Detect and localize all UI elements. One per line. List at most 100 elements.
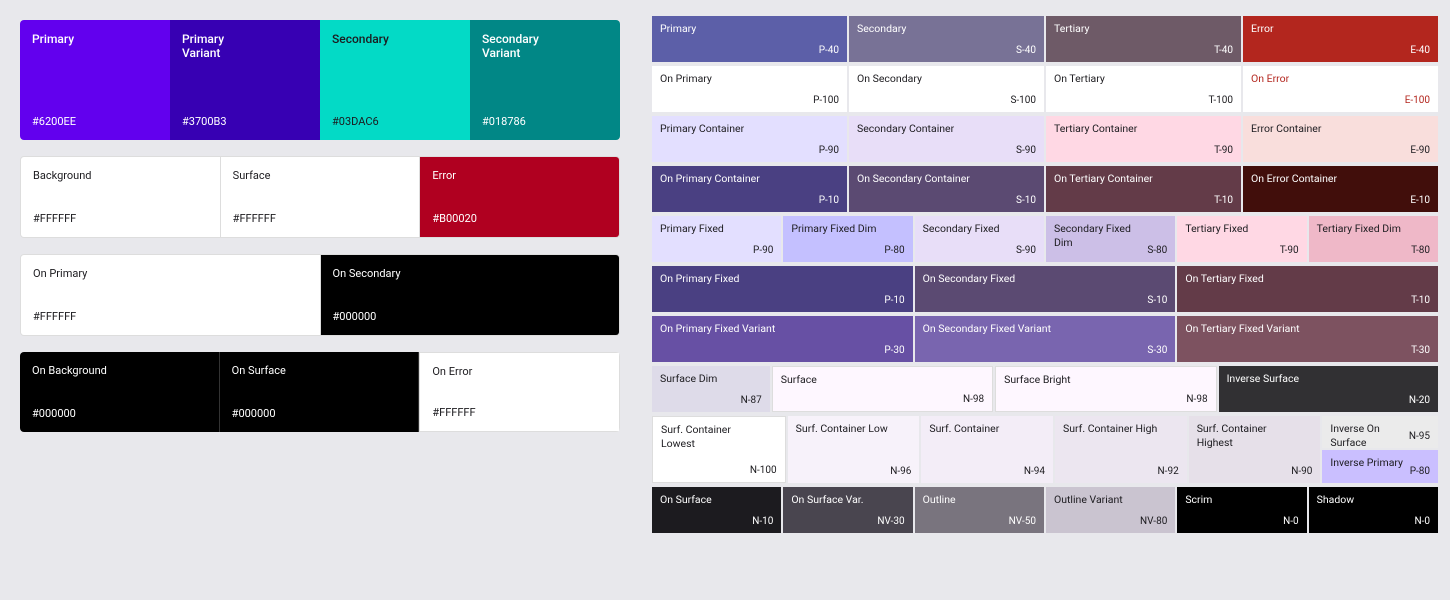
surface-swatch: Surface #FFFFFF xyxy=(221,157,421,237)
inverse-primary-code: P-80 xyxy=(1410,466,1430,477)
on-background-hex: #000000 xyxy=(32,407,207,420)
on-tertiary-cell-code: T-100 xyxy=(1209,95,1233,106)
on-primary-fixed-var-code: P-30 xyxy=(884,345,904,356)
primary-label: Primary xyxy=(32,32,158,46)
on-primary-container-code: P-10 xyxy=(819,195,839,206)
secondary-variant-hex: #018786 xyxy=(482,115,608,128)
secondary-fixed-code: S-90 xyxy=(1016,245,1036,256)
on-tertiary-fixed-var-label: On Tertiary Fixed Variant xyxy=(1185,322,1299,336)
on-error-swatch: On Error #FFFFFF xyxy=(419,352,620,432)
on-primary-fixed-label: On Primary Fixed xyxy=(660,272,739,286)
inverse-primary-label: Inverse Primary xyxy=(1330,456,1403,470)
primary-fixed-label: Primary Fixed xyxy=(660,222,724,236)
surf-container-highest-cell: Surf. Container Highest N-90 xyxy=(1189,416,1321,483)
surf-container-low-label: Surf. Container Low xyxy=(796,422,888,436)
on-background-label: On Background xyxy=(32,364,207,377)
row-containers: Primary Container P-90 Secondary Contain… xyxy=(652,116,1438,162)
on-tertiary-fixed-cell: On Tertiary Fixed T-10 xyxy=(1177,266,1438,312)
surf-container-highest-code: N-90 xyxy=(1291,466,1312,477)
primary-cell: Primary P-40 xyxy=(652,16,847,62)
primary-variant-swatch: PrimaryVariant #3700B3 xyxy=(170,20,320,140)
surf-container-lowest-label: Surf. Container Lowest xyxy=(661,423,750,450)
on-error-cell-label: On Error xyxy=(1251,72,1289,86)
secondary-fixed-dim-code: S-80 xyxy=(1147,245,1167,256)
on-secondary-container-code: S-10 xyxy=(1016,195,1036,206)
row-fixed: Primary Fixed P-90 Primary Fixed Dim P-8… xyxy=(652,216,1438,262)
primary-variant-label: PrimaryVariant xyxy=(182,32,308,60)
on-secondary-fixed-code: S-10 xyxy=(1147,295,1167,306)
inverse-on-surface-cell: Inverse On Surface N-95 xyxy=(1322,416,1438,448)
on-primary-cell: On Primary P-100 xyxy=(652,66,847,112)
row-surface: Surface Dim N-87 Surface N-98 Surface Br… xyxy=(652,366,1438,412)
surface-cell-code: N-98 xyxy=(963,394,984,405)
on-secondary-label: On Secondary xyxy=(333,267,608,280)
surface-cell: Surface N-98 xyxy=(772,366,993,412)
inverse-on-surface-code: N-95 xyxy=(1409,431,1430,442)
row-surf-containers: Surf. Container Lowest N-100 Surf. Conta… xyxy=(652,416,1438,483)
on-primary-fixed-code: P-10 xyxy=(884,295,904,306)
on-tertiary-cell-label: On Tertiary xyxy=(1054,72,1105,86)
secondary-fixed-dim-label: Secondary Fixed Dim xyxy=(1054,222,1147,249)
on-error-container-cell: On Error Container E-10 xyxy=(1243,166,1438,212)
tertiary-container-label: Tertiary Container xyxy=(1054,122,1137,136)
surface-bright-label: Surface Bright xyxy=(1004,373,1070,387)
inverse-surface-code: N-20 xyxy=(1409,395,1430,406)
row-on-primary: On Primary P-100 On Secondary S-100 On T… xyxy=(652,66,1438,112)
tertiary-cell: Tertiary T-40 xyxy=(1046,16,1241,62)
surface-label: Surface xyxy=(233,169,408,182)
tertiary-container-cell: Tertiary Container T-90 xyxy=(1046,116,1241,162)
on-primary-cell-code: P-100 xyxy=(813,95,839,106)
background-label: Background xyxy=(33,169,208,182)
outline-cell: Outline NV-50 xyxy=(915,487,1044,533)
surface-cell-label: Surface xyxy=(781,373,817,387)
on-secondary-fixed-label: On Secondary Fixed xyxy=(923,272,1016,286)
shadow-code: N-0 xyxy=(1414,516,1430,527)
surf-container-cell: Surf. Container N-94 xyxy=(921,416,1053,483)
on-primary-container-cell: On Primary Container P-10 xyxy=(652,166,847,212)
on-secondary-fixed-var-label: On Secondary Fixed Variant xyxy=(923,322,1051,336)
secondary-variant-swatch: SecondaryVariant #018786 xyxy=(470,20,620,140)
surf-container-high-label: Surf. Container High xyxy=(1063,422,1157,436)
primary-container-code: P-90 xyxy=(819,145,839,156)
primary-fixed-dim-code: P-80 xyxy=(884,245,904,256)
on-primary-fixed-var-label: On Primary Fixed Variant xyxy=(660,322,775,336)
tertiary-cell-label: Tertiary xyxy=(1054,22,1089,36)
on-tertiary-cell: On Tertiary T-100 xyxy=(1046,66,1241,112)
tertiary-fixed-cell: Tertiary Fixed T-90 xyxy=(1177,216,1306,262)
surf-container-low-cell: Surf. Container Low N-96 xyxy=(788,416,920,483)
on-primary-cell-label: On Primary xyxy=(660,72,712,86)
outline-code: NV-50 xyxy=(1009,516,1036,527)
on-secondary-cell: On Secondary S-100 xyxy=(849,66,1044,112)
secondary-label: Secondary xyxy=(332,32,458,46)
on-secondary-container-cell: On Secondary Container S-10 xyxy=(849,166,1044,212)
on-error-container-label: On Error Container xyxy=(1251,172,1337,186)
on-primary-secondary-row: On Primary #FFFFFF On Secondary #000000 xyxy=(20,254,620,336)
secondary-variant-label: SecondaryVariant xyxy=(482,32,608,60)
primary-fixed-dim-label: Primary Fixed Dim xyxy=(791,222,876,236)
on-secondary-cell-label: On Secondary xyxy=(857,72,922,86)
on-surface-cell: On Surface N-10 xyxy=(652,487,781,533)
scrim-label: Scrim xyxy=(1185,493,1212,507)
on-surface-cell-label: On Surface xyxy=(660,493,712,507)
on-surface-cell-code: N-10 xyxy=(752,516,773,527)
outline-label: Outline xyxy=(923,493,956,507)
secondary-cell-label: Secondary xyxy=(857,22,906,36)
on-secondary-hex: #000000 xyxy=(333,310,608,323)
on-tertiary-fixed-var-cell: On Tertiary Fixed Variant T-30 xyxy=(1177,316,1438,362)
surf-container-high-code: N-92 xyxy=(1158,466,1179,477)
surface-bright-code: N-98 xyxy=(1186,394,1207,405)
error-cell-code: E-40 xyxy=(1410,45,1430,56)
tertiary-cell-code: T-40 xyxy=(1214,45,1233,56)
secondary-hex: #03DAC6 xyxy=(332,115,458,128)
row-on-containers: On Primary Container P-10 On Secondary C… xyxy=(652,166,1438,212)
surface-hex: #FFFFFF xyxy=(233,212,408,225)
on-secondary-fixed-var-code: S-30 xyxy=(1147,345,1167,356)
on-surface-var-label: On Surface Var. xyxy=(791,493,863,507)
secondary-cell: Secondary S-40 xyxy=(849,16,1044,62)
background-swatch: Background #FFFFFF xyxy=(21,157,221,237)
tertiary-fixed-code: T-90 xyxy=(1280,245,1299,256)
shadow-cell: Shadow N-0 xyxy=(1309,487,1438,533)
inverse-surface-cell: Inverse Surface N-20 xyxy=(1219,366,1438,412)
row-on-fixed: On Primary Fixed P-10 On Secondary Fixed… xyxy=(652,266,1438,312)
primary-fixed-cell: Primary Fixed P-90 xyxy=(652,216,781,262)
